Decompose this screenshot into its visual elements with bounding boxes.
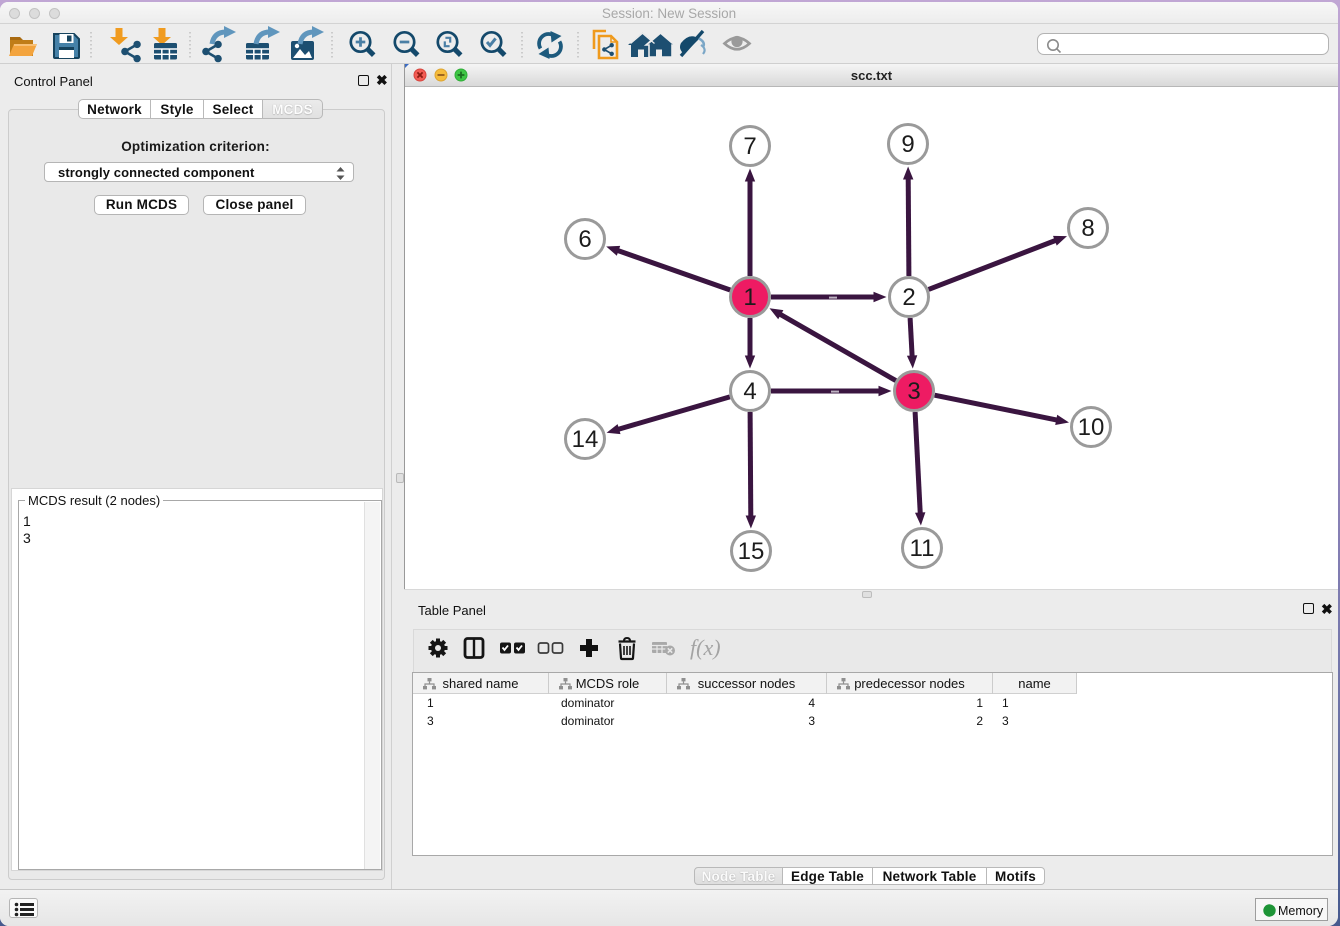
svg-text:10: 10 — [1078, 414, 1105, 441]
svg-text:3: 3 — [907, 378, 920, 405]
svg-text:9: 9 — [901, 131, 914, 158]
svg-text:f(x): f(x) — [690, 635, 721, 660]
svg-text:2: 2 — [902, 284, 915, 311]
svg-text:4: 4 — [743, 378, 756, 405]
svg-text:14: 14 — [572, 426, 599, 453]
svg-text:11: 11 — [910, 535, 935, 562]
svg-text:6: 6 — [578, 226, 591, 253]
svg-text:15: 15 — [738, 538, 765, 565]
svg-text:7: 7 — [743, 133, 756, 160]
svg-text:1: 1 — [743, 284, 756, 311]
svg-text:8: 8 — [1081, 215, 1094, 242]
